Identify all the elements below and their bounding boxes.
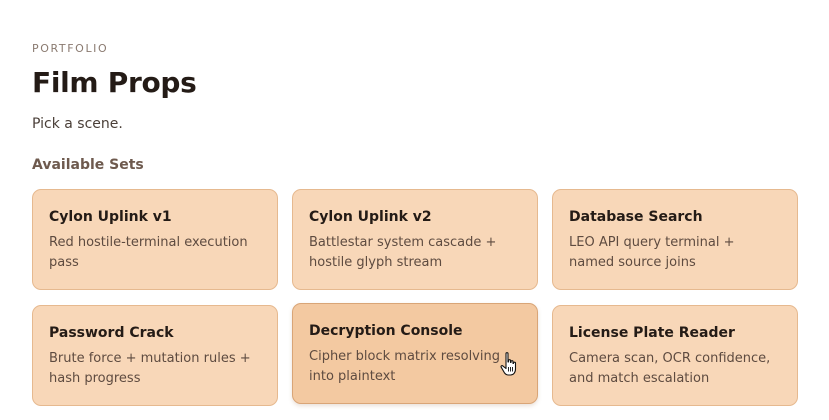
set-card-database-search[interactable]: Database Search LEO API query terminal +… [552, 189, 798, 290]
set-card-password-crack[interactable]: Password Crack Brute force + mutation ru… [32, 305, 278, 406]
set-card-description: Cipher block matrix resolving into plain… [309, 349, 500, 384]
set-card-title: Cylon Uplink v2 [309, 209, 432, 225]
hand-pointer-icon [500, 352, 517, 376]
set-card-title: License Plate Reader [569, 325, 735, 341]
page-subtitle: Pick a scene. [32, 116, 123, 132]
sets-grid: Cylon Uplink v1 Red hostile-terminal exe… [32, 189, 798, 406]
set-card-cylon-uplink-v2[interactable]: Cylon Uplink v2 Battlestar system cascad… [292, 189, 538, 290]
eyebrow-label: PORTFOLIO [32, 42, 109, 55]
set-card-license-plate-reader[interactable]: License Plate Reader Camera scan, OCR co… [552, 305, 798, 406]
set-card-title: Database Search [569, 209, 703, 225]
set-card-decryption-console[interactable]: Decryption Console Cipher block matrix r… [292, 303, 538, 404]
set-card-description: LEO API query terminal + named source jo… [569, 235, 735, 270]
set-card-description: Camera scan, OCR confidence, and match e… [569, 351, 771, 386]
set-card-description: Red hostile-terminal execution pass [49, 235, 248, 270]
set-card-description: Brute force + mutation rules + hash prog… [49, 351, 251, 386]
set-card-title: Cylon Uplink v1 [49, 209, 172, 225]
set-card-title: Decryption Console [309, 323, 463, 339]
set-card-cylon-uplink-v1[interactable]: Cylon Uplink v1 Red hostile-terminal exe… [32, 189, 278, 290]
page-title: Film Props [32, 66, 197, 99]
set-card-title: Password Crack [49, 325, 174, 341]
set-card-description: Battlestar system cascade + hostile glyp… [309, 235, 497, 270]
section-heading: Available Sets [32, 157, 144, 173]
